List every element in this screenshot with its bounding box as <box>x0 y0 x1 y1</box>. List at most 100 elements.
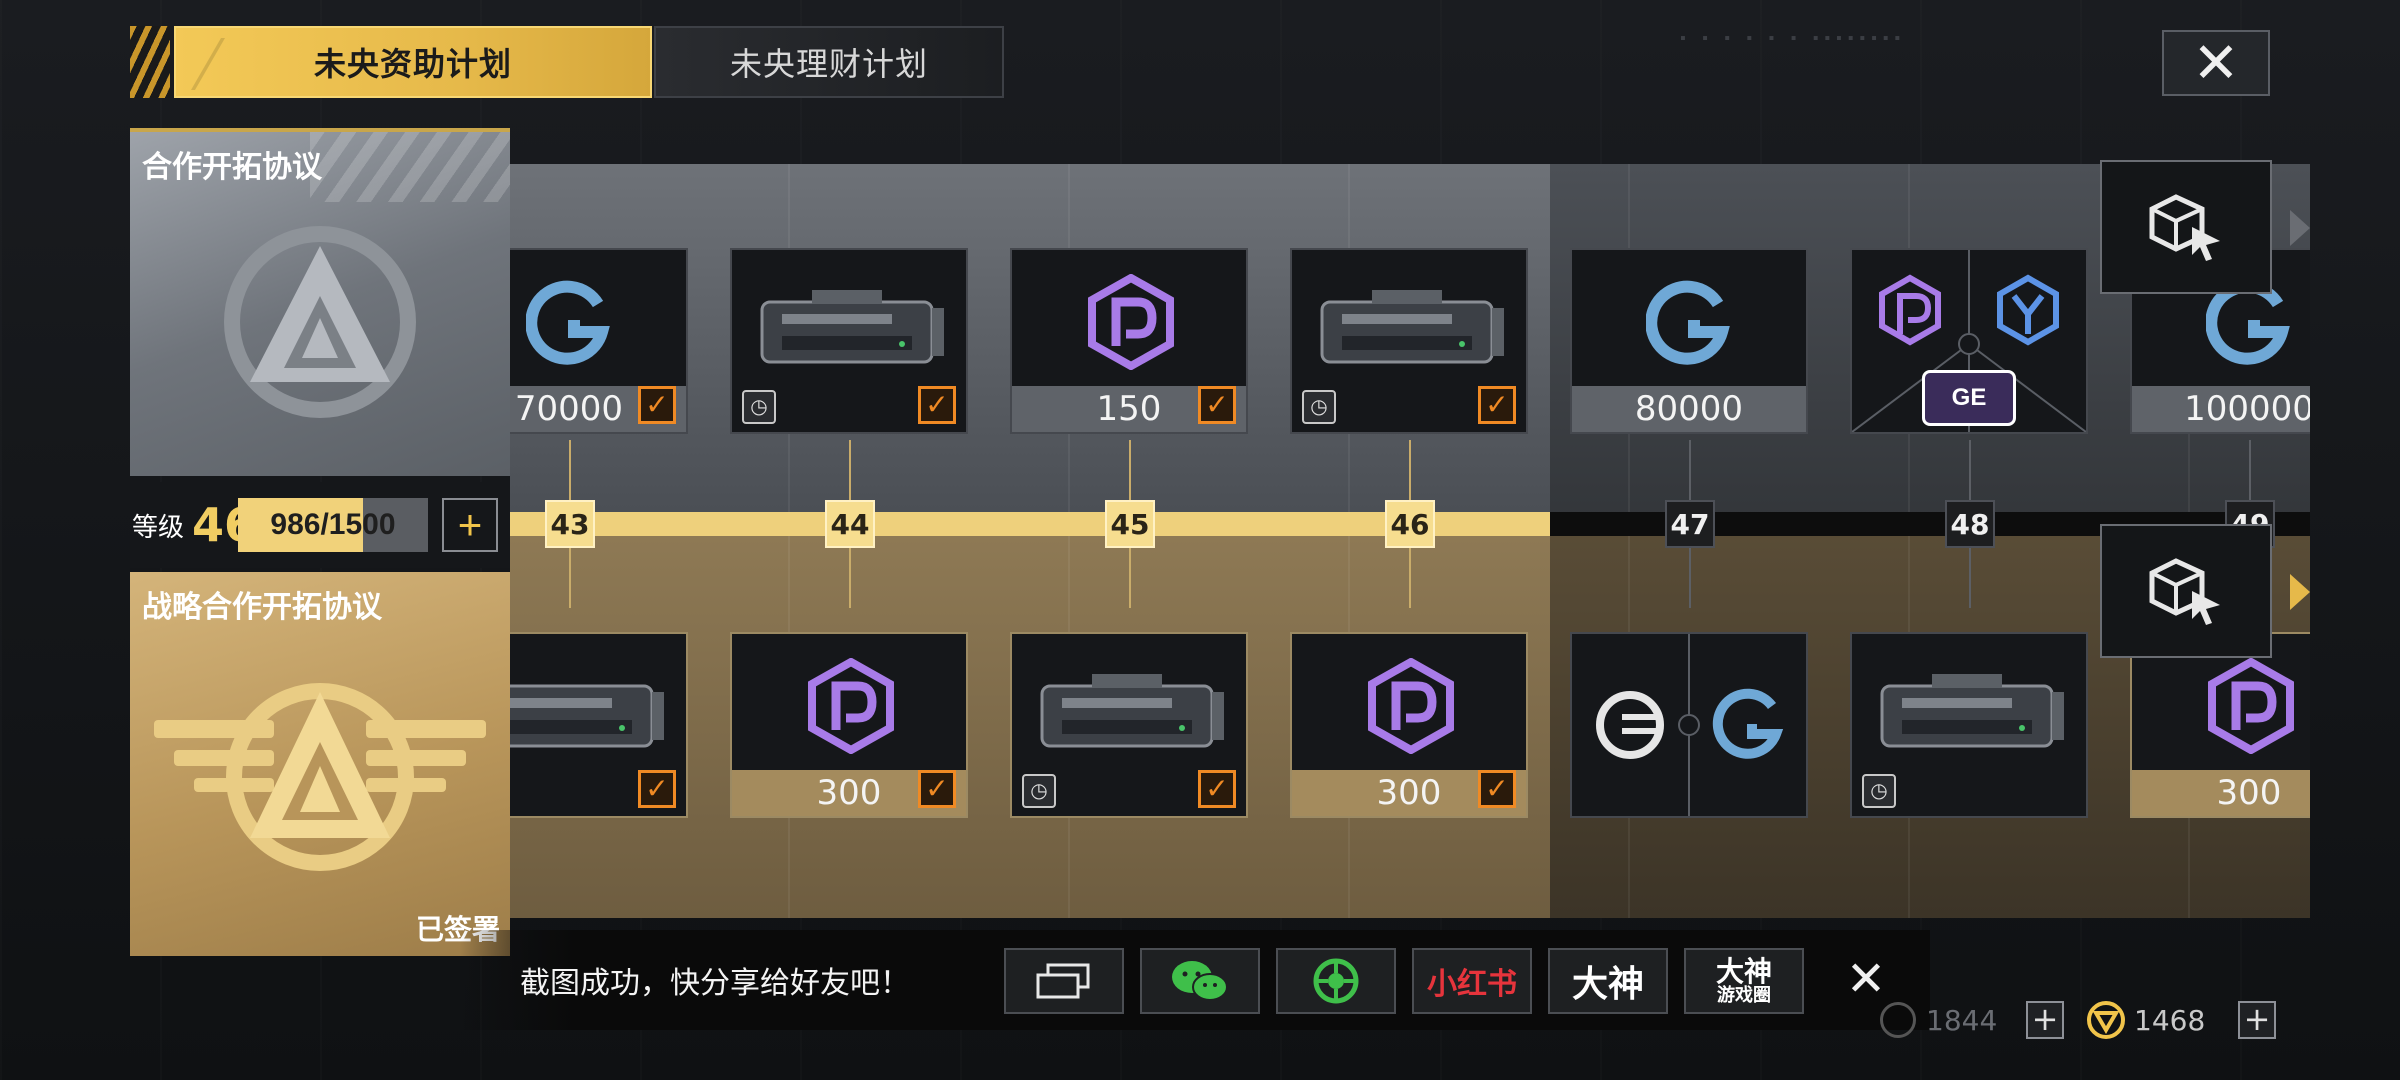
dashen-circle-line1: 大神 <box>1715 955 1772 987</box>
free-preview-button[interactable] <box>2100 160 2272 294</box>
silver-emblem-icon <box>224 226 416 418</box>
connector <box>1689 440 1691 500</box>
close-button[interactable]: ✕ <box>2162 30 2270 96</box>
coin-c-icon <box>526 280 610 365</box>
free-reward-43[interactable]: 70000 ✓ <box>510 248 688 434</box>
p-coin-icon <box>1088 274 1174 370</box>
premium-reward-45[interactable]: ◷ ✓ <box>1010 632 1248 818</box>
claimed-check-icon: ✓ <box>1198 386 1236 424</box>
level-node-45: 45 <box>1105 500 1155 548</box>
hazard-stripe-decoration <box>130 26 170 98</box>
timed-clock-icon: ◷ <box>1022 774 1056 808</box>
coin-c-icon <box>1646 280 1730 365</box>
currency-secondary: 1468 + <box>2086 996 2276 1044</box>
buy-level-button[interactable]: + <box>442 498 498 552</box>
screenshot-icon <box>1036 963 1090 999</box>
premium-preview-button[interactable] <box>2100 524 2272 658</box>
free-reward-45[interactable]: 150 ✓ <box>1010 248 1248 434</box>
reward-amount: 100000 <box>2132 386 2310 432</box>
connector <box>1969 548 1971 608</box>
gold-coin-icon <box>2087 1001 2125 1039</box>
premium-reward-49[interactable]: 300 <box>2130 632 2310 818</box>
add-currency-primary-button[interactable]: + <box>2026 1001 2064 1039</box>
timed-clock-icon: ◷ <box>1862 774 1896 808</box>
reward-amount: 300 <box>2132 770 2310 816</box>
premium-reward-48[interactable]: ◷ <box>1850 632 2088 818</box>
currency-primary: 1844 + <box>1880 996 2064 1044</box>
scroll-right-arrow-icon[interactable] <box>2290 210 2310 246</box>
scroll-right-arrow-icon[interactable] <box>2290 574 2310 610</box>
share-xiaohongshu-button[interactable]: 小红书 <box>1412 948 1532 1014</box>
connector <box>849 548 851 608</box>
level-node-48: 48 <box>1945 500 1995 548</box>
dashen-circle-line2: 游戏圈 <box>1717 985 1771 1006</box>
level-node-44: 44 <box>825 500 875 548</box>
weapon-case-icon <box>1320 290 1504 364</box>
p-coin-icon <box>808 658 894 754</box>
reward-amount: 80000 <box>1572 386 1806 432</box>
free-track-panel[interactable]: 合作开拓协议 <box>130 128 510 476</box>
currency-secondary-value: 1468 <box>2134 1003 2206 1037</box>
level-node-46: 46 <box>1385 500 1435 548</box>
stripe-decoration <box>310 132 510 202</box>
plus-icon: + <box>457 501 483 548</box>
premium-reward-44[interactable]: 300 ✓ <box>730 632 968 818</box>
premium-reward-46[interactable]: 300 ✓ <box>1290 632 1528 818</box>
weapon-case-icon <box>510 684 664 748</box>
claimed-check-icon: ✓ <box>1478 770 1516 808</box>
tab-decoration <box>190 38 292 90</box>
reward-track[interactable]: 43 44 45 46 47 48 49 70000 ✓ ◷ ✓ 150 ✓ <box>510 164 2310 918</box>
dual-coin-icon <box>1596 634 1784 816</box>
level-label: 等级 <box>132 511 185 542</box>
add-currency-secondary-button[interactable]: + <box>2238 1001 2276 1039</box>
share-message: 截图成功，快分享给好友吧！ <box>520 967 910 1000</box>
p-coin-icon <box>2208 658 2294 754</box>
level-node-43: 43 <box>545 500 595 548</box>
timed-clock-icon: ◷ <box>742 390 776 424</box>
level-node-47: 47 <box>1665 500 1715 548</box>
cube-cursor-icon <box>2149 558 2220 625</box>
currency-primary-value: 1844 <box>1926 1003 1998 1037</box>
connector <box>2249 440 2251 500</box>
decorative-dots: ▪ ▪ ▪ ▪ ▪ ▪ ▪▪▪▪▪▪▪▪ <box>1680 30 1907 47</box>
wechat-icon <box>1172 961 1228 1001</box>
free-reward-46[interactable]: ◷ ✓ <box>1290 248 1528 434</box>
share-moments-button[interactable] <box>1276 948 1396 1014</box>
claimed-check-icon: ✓ <box>638 386 676 424</box>
claimed-check-icon: ✓ <box>918 386 956 424</box>
connector <box>569 440 571 500</box>
tab-funding-plan-label: 未央资助计划 <box>313 46 512 82</box>
share-dashen-button[interactable]: 大神 <box>1548 948 1668 1014</box>
level-progress-bar: 986/1500 <box>238 498 428 552</box>
premium-reward-43[interactable]: ✓ <box>510 632 688 818</box>
level-progress-text: 986/1500 <box>270 508 396 541</box>
weapon-case-icon <box>1880 674 2064 748</box>
level-row: 等级 46 986/1500 + <box>130 482 510 568</box>
premium-reward-47[interactable] <box>1570 632 1808 818</box>
share-screenshot-button[interactable] <box>1004 948 1124 1014</box>
connector <box>1129 548 1131 608</box>
connector <box>1969 440 1971 500</box>
ge-badge: GE <box>1922 370 2016 426</box>
top-tab-bar: 未央资助计划 未央理财计划 <box>130 26 2270 98</box>
share-wechat-button[interactable] <box>1140 948 1260 1014</box>
free-reward-47[interactable]: 80000 <box>1570 248 1808 434</box>
tab-funding-plan[interactable]: 未央资助计划 <box>174 26 652 98</box>
timed-clock-icon: ◷ <box>1302 390 1336 424</box>
connector <box>849 440 851 500</box>
free-track-title: 合作开拓协议 <box>142 151 322 184</box>
tab-finance-plan-label: 未央理财计划 <box>729 46 928 82</box>
close-icon: ✕ <box>2192 31 2240 94</box>
tab-finance-plan[interactable]: 未央理财计划 <box>654 26 1004 98</box>
premium-track-panel[interactable]: 战略合作开拓协议 已签署 <box>130 572 510 956</box>
claimed-check-icon: ✓ <box>1198 770 1236 808</box>
share-dashen-circle-button[interactable]: 大神 游戏圈 <box>1684 948 1804 1014</box>
gold-winged-emblem-icon <box>154 683 486 871</box>
weapon-case-icon <box>1040 674 1224 748</box>
free-reward-48[interactable]: GE <box>1850 248 2088 434</box>
connector <box>1689 548 1691 608</box>
connector <box>569 548 571 608</box>
claimed-check-icon: ✓ <box>1478 386 1516 424</box>
cube-cursor-icon <box>2149 194 2220 261</box>
free-reward-44[interactable]: ◷ ✓ <box>730 248 968 434</box>
